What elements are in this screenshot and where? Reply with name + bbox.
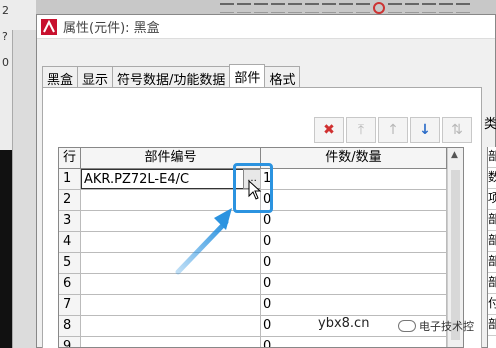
- table-row: 5 0: [59, 253, 447, 274]
- row-number: 4: [59, 232, 81, 252]
- list-item[interactable]: 项: [488, 189, 496, 210]
- part-number-cell[interactable]: [81, 232, 261, 252]
- header-quantity[interactable]: 件数/数量: [261, 148, 447, 168]
- toolbar-icon: [237, 3, 251, 13]
- right-panel-list: 部 数 项 部 部 部 部 付 部: [487, 147, 496, 348]
- part-number-cell[interactable]: [81, 253, 261, 273]
- part-number-cell[interactable]: [81, 316, 261, 336]
- quantity-cell[interactable]: 1: [261, 169, 447, 189]
- dialog-title: 属性(元件): 黑盒: [63, 21, 160, 36]
- part-number-cell[interactable]: [81, 295, 261, 315]
- delete-row-button[interactable]: ✖: [314, 117, 344, 143]
- scroll-thumb[interactable]: [451, 170, 460, 340]
- row-number: 3: [59, 211, 81, 231]
- table-row: 8 0: [59, 316, 447, 337]
- list-item[interactable]: 部: [488, 231, 496, 252]
- table-row: 3 0: [59, 211, 447, 232]
- sort-button[interactable]: ⇅: [442, 117, 472, 143]
- dialog-titlebar[interactable]: 属性(元件): 黑盒: [37, 15, 495, 39]
- row-number: 9: [59, 337, 81, 347]
- tab-display[interactable]: 显示: [77, 66, 114, 88]
- wechat-logo-icon: [398, 320, 416, 332]
- table-row: 4 0: [59, 232, 447, 253]
- quantity-cell[interactable]: 0: [261, 190, 447, 210]
- toolbar-icon: [388, 3, 402, 13]
- toolbar-icon: [422, 3, 436, 13]
- row-number: 7: [59, 295, 81, 315]
- list-item[interactable]: 数: [488, 168, 496, 189]
- background-mark: ?: [2, 30, 8, 43]
- background-mark: 0: [2, 56, 9, 69]
- toolbar-icon: [220, 3, 234, 13]
- tab-format[interactable]: 格式: [264, 66, 301, 88]
- right-panel-label: 类: [484, 117, 496, 132]
- row-number: 1: [59, 169, 81, 189]
- table-row: 6 0: [59, 274, 447, 295]
- tab-symbol-function-data[interactable]: 符号数据/功能数据: [112, 66, 231, 88]
- watermark-account: 电子技术控: [398, 318, 474, 334]
- toolbar-icon: [305, 3, 319, 13]
- list-item[interactable]: 部: [488, 315, 496, 336]
- tab-parts[interactable]: 部件: [229, 64, 266, 87]
- move-up-button[interactable]: ↑: [378, 117, 408, 143]
- grid-toolbar: ✖ ⤒ ↑ ↓ ⇅: [314, 117, 472, 143]
- quantity-cell[interactable]: 0: [261, 211, 447, 231]
- toolbar-icon: [288, 3, 302, 13]
- scroll-up-icon[interactable]: ▲: [451, 150, 458, 160]
- toolbar-icon: [339, 3, 353, 13]
- toolbar-icon: [271, 3, 285, 13]
- table-row: 7 0: [59, 295, 447, 316]
- move-top-button[interactable]: ⤒: [346, 117, 376, 143]
- move-down-button[interactable]: ↓: [410, 117, 440, 143]
- list-item[interactable]: 部: [488, 210, 496, 231]
- toolbar-icon: [322, 3, 336, 13]
- row-number: 5: [59, 253, 81, 273]
- quantity-cell[interactable]: 0: [261, 274, 447, 294]
- row-number: 8: [59, 316, 81, 336]
- quantity-cell[interactable]: 0: [261, 232, 447, 252]
- toolbar-icon: [439, 3, 453, 13]
- mouse-cursor-icon: [248, 180, 262, 200]
- watermark-site: ybx8.cn: [316, 316, 372, 331]
- toolbar-icon: [356, 3, 370, 13]
- tab-blackbox[interactable]: 黑盒: [42, 66, 79, 88]
- list-item[interactable]: 部: [488, 273, 496, 294]
- header-row[interactable]: 行: [59, 148, 81, 168]
- part-number-cell[interactable]: [81, 337, 261, 347]
- row-number: 2: [59, 190, 81, 210]
- record-icon: [373, 2, 385, 14]
- background-window: 2 ? 0: [0, 0, 36, 348]
- row-number: 6: [59, 274, 81, 294]
- quantity-cell[interactable]: 0: [261, 295, 447, 315]
- quantity-cell[interactable]: 0: [261, 337, 447, 347]
- toolbar-icon: [254, 3, 268, 13]
- quantity-cell[interactable]: 0: [261, 253, 447, 273]
- list-item[interactable]: 部: [488, 147, 496, 168]
- part-number-cell[interactable]: [81, 274, 261, 294]
- background-dark-area: [0, 150, 12, 348]
- background-strip: [12, 30, 36, 348]
- part-number-cell[interactable]: [81, 211, 261, 231]
- eplan-logo-icon: [41, 18, 57, 35]
- background-mark: 2: [2, 4, 9, 17]
- toolbar-icon: [456, 3, 470, 13]
- list-item[interactable]: 付: [488, 294, 496, 315]
- list-item[interactable]: 部: [488, 252, 496, 273]
- toolbar-icon: [405, 3, 419, 13]
- table-row: 9 0: [59, 337, 447, 347]
- tab-bar: 黑盒 显示 符号数据/功能数据 部件 格式: [42, 64, 301, 88]
- watermark-account-text: 电子技术控: [419, 320, 474, 333]
